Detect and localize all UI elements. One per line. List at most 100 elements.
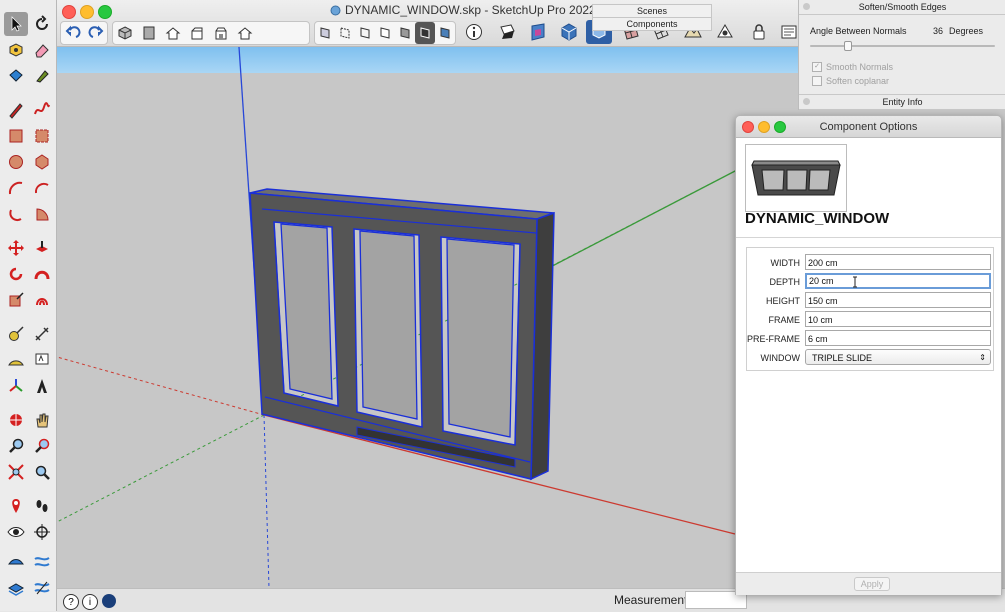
- lock-button[interactable]: [746, 20, 772, 44]
- zoom-window-tool[interactable]: [30, 434, 54, 458]
- two-point-arc-icon: [34, 182, 49, 194]
- rotate-tool[interactable]: [4, 262, 28, 286]
- model-info-button[interactable]: [461, 20, 487, 44]
- smooth-normals-label: Smooth Normals: [826, 62, 894, 72]
- arc-tool[interactable]: [4, 176, 28, 200]
- close-window-button[interactable]: [62, 5, 76, 19]
- rectangle-tool[interactable]: [4, 124, 28, 148]
- back-view-button[interactable]: [209, 22, 233, 44]
- entity-info-header[interactable]: Entity Info: [799, 94, 1005, 110]
- position-camera-tool[interactable]: [4, 494, 28, 518]
- 3d-text-icon: [37, 379, 47, 393]
- dynamic-window-component[interactable]: [249, 188, 555, 481]
- iso-view-button[interactable]: [113, 22, 137, 44]
- frame-input[interactable]: 10 cm: [805, 311, 991, 327]
- pan-tool[interactable]: [30, 408, 54, 432]
- outliner-icon: [781, 25, 797, 39]
- shadows-button[interactable]: [494, 20, 520, 44]
- pan-orbit-tool[interactable]: [4, 408, 28, 432]
- look-around-tool[interactable]: [4, 520, 28, 544]
- warehouse-button[interactable]: [525, 20, 551, 44]
- rotated-rectangle-tool[interactable]: [30, 124, 54, 148]
- tape-measure-tool[interactable]: [4, 322, 28, 346]
- wireframe-button[interactable]: [355, 22, 375, 44]
- follow-me-icon: [34, 270, 50, 280]
- move-tool[interactable]: [4, 236, 28, 260]
- components-tray-header[interactable]: Components: [592, 17, 712, 31]
- section-plane-tool[interactable]: [30, 520, 54, 544]
- help-icon[interactable]: ?: [63, 594, 79, 610]
- depth-input[interactable]: 20 cm: [805, 273, 991, 289]
- scale-tool[interactable]: [4, 288, 28, 312]
- hidden-line-button[interactable]: [375, 22, 395, 44]
- offset-tool[interactable]: [30, 288, 54, 312]
- text-tool[interactable]: [30, 348, 54, 372]
- line-tool[interactable]: [4, 98, 28, 122]
- follow-me-tool[interactable]: [30, 262, 54, 286]
- tag-tool[interactable]: [30, 64, 54, 88]
- eraser-tool[interactable]: [30, 38, 54, 62]
- pre-frame-input[interactable]: 6 cm: [805, 330, 991, 346]
- xray-style-button[interactable]: [315, 22, 335, 44]
- undo-button[interactable]: [61, 22, 84, 44]
- axes-tool[interactable]: [4, 374, 28, 398]
- rectangle-icon: [9, 129, 23, 143]
- sandbox-smoove-tool[interactable]: [4, 576, 28, 600]
- dimension-tool[interactable]: [30, 322, 54, 346]
- extension-cube-icon: [561, 23, 577, 41]
- shaded-button[interactable]: [395, 22, 415, 44]
- apply-button[interactable]: Apply: [854, 577, 890, 591]
- shaded-cube-icon: [400, 27, 410, 39]
- three-point-arc-tool[interactable]: [4, 202, 28, 226]
- back-edges-button[interactable]: [335, 22, 355, 44]
- move-arrows-icon: [8, 240, 24, 256]
- redo-button[interactable]: [84, 22, 107, 44]
- front-view-button[interactable]: [161, 22, 185, 44]
- zoom-window-button[interactable]: [98, 5, 112, 19]
- geo-location-icon[interactable]: [102, 594, 116, 608]
- smooth-normals-checkbox[interactable]: ✓: [812, 62, 822, 72]
- zoom-extents-tool[interactable]: [4, 460, 28, 484]
- paint-bucket-tool[interactable]: [4, 64, 28, 88]
- polygon-tool[interactable]: [30, 150, 54, 174]
- text-a1-icon: [35, 353, 49, 365]
- angle-slider-thumb[interactable]: [844, 41, 852, 51]
- pie-tool[interactable]: [30, 202, 54, 226]
- width-input[interactable]: 200 cm: [805, 254, 991, 270]
- angle-slider-track[interactable]: [810, 45, 995, 47]
- scenes-tray-header[interactable]: Scenes: [592, 4, 712, 18]
- orbit-tool[interactable]: [30, 12, 54, 36]
- right-view-button[interactable]: [185, 22, 209, 44]
- apply-button-label: Apply: [860, 579, 884, 589]
- sandbox-scratch-tool[interactable]: [30, 550, 54, 574]
- protractor-tool[interactable]: [4, 348, 28, 372]
- instructor-info-icon[interactable]: i: [82, 594, 98, 610]
- window-type-select[interactable]: TRIPLE SLIDE ⇕: [805, 349, 991, 365]
- circle-tool[interactable]: [4, 150, 28, 174]
- sandbox-contours-tool[interactable]: [4, 550, 28, 574]
- walk-tool[interactable]: [30, 494, 54, 518]
- freehand-tool[interactable]: [30, 98, 54, 122]
- zoom-tool[interactable]: [4, 434, 28, 458]
- previous-view-tool[interactable]: [30, 460, 54, 484]
- two-point-arc-tool[interactable]: [30, 176, 54, 200]
- left-view-button[interactable]: [233, 22, 257, 44]
- sandbox-contours-icon: [8, 559, 24, 565]
- house-right-icon: [191, 27, 203, 40]
- soften-panel-header[interactable]: Soften/Smooth Edges: [799, 0, 1005, 15]
- shaded-textures-button[interactable]: [415, 22, 435, 44]
- soften-coplanar-checkbox[interactable]: [812, 76, 822, 86]
- minimize-window-button[interactable]: [80, 5, 94, 19]
- dialog-titlebar[interactable]: Component Options: [736, 116, 1001, 138]
- sandbox-flip-tool[interactable]: [30, 576, 54, 600]
- 3d-text-tool[interactable]: [30, 374, 54, 398]
- height-input[interactable]: 150 cm: [805, 292, 991, 308]
- photo-match-button[interactable]: [712, 20, 738, 44]
- redo-icon: [88, 25, 103, 38]
- push-pull-tool[interactable]: [30, 236, 54, 260]
- make-component-tool[interactable]: [4, 38, 28, 62]
- extension-warehouse-button[interactable]: [556, 20, 582, 44]
- monochrome-button[interactable]: [435, 22, 455, 44]
- select-tool[interactable]: [4, 12, 28, 36]
- top-view-button[interactable]: [137, 22, 161, 44]
